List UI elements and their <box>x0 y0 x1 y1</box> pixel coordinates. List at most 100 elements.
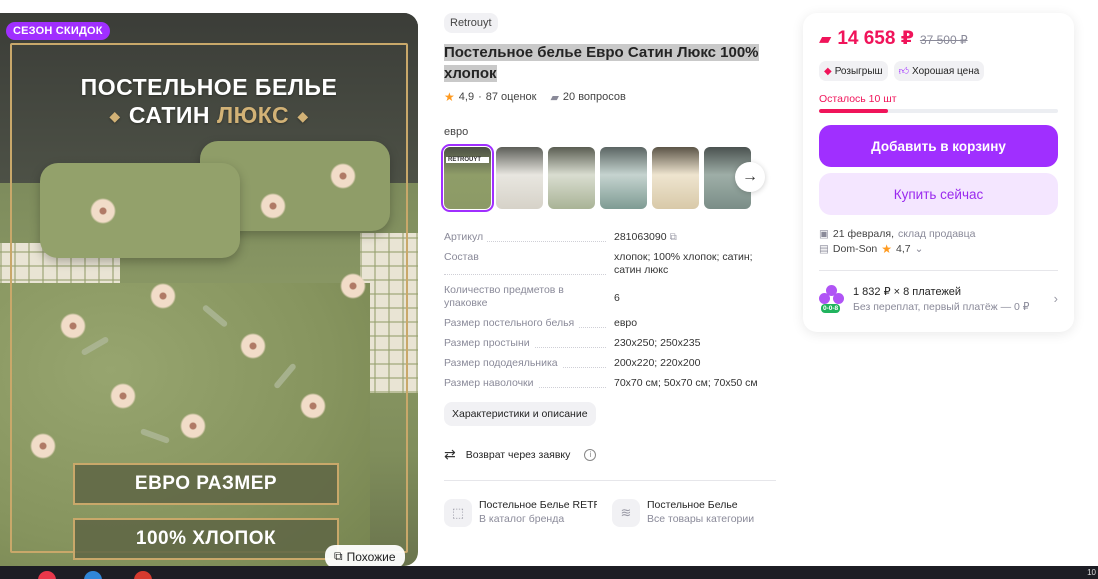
copy-icon[interactable]: ⧉ <box>670 232 677 243</box>
flower-print <box>180 413 206 439</box>
current-price: 14 658 ₽ <box>837 28 914 49</box>
app-icon[interactable] <box>134 571 152 579</box>
promo-euro-size: ЕВРО РАЗМЕР <box>73 463 339 505</box>
app-icon[interactable] <box>38 571 56 579</box>
spec-row: Артикул 281063090 ⧉ <box>444 231 784 244</box>
variant-thumb[interactable] <box>652 147 699 209</box>
reviews-link[interactable]: 87 оценок <box>486 91 537 103</box>
installment-offer[interactable]: 0-0-8 1 832 ₽ × 8 платежей Без переплат,… <box>819 285 1058 313</box>
layers-icon: ≋ <box>612 499 640 527</box>
spec-row: Состав хлопок; 100% хлопок; сатин; сатин… <box>444 251 784 277</box>
spec-key: Размер простыни <box>444 337 534 349</box>
raffle-chip[interactable]: ◆ Розыгрыш <box>819 61 888 81</box>
similar-label: Похожие <box>346 549 396 564</box>
shop-icon: ▤ <box>819 243 829 255</box>
rating-sep: · <box>478 91 482 103</box>
headline-line1: ПОСТЕЛЬНОЕ БЕЛЬЕ <box>80 74 338 100</box>
divider <box>444 480 776 481</box>
stock-left: Осталось 10 шт <box>819 93 897 105</box>
price-row: ▰ 14 658 ₽ 37 500 ₽ <box>819 27 1058 50</box>
spec-value: 6 <box>614 292 620 304</box>
installment-subtitle: Без переплат, первый платёж — 0 ₽ <box>853 301 1030 313</box>
flower-print <box>330 163 356 189</box>
question-icon: ▰ <box>550 91 559 104</box>
variant-thumb[interactable]: RETROUYT <box>441 144 494 212</box>
app-icon[interactable] <box>84 571 102 579</box>
info-icon[interactable]: i <box>584 448 597 461</box>
diamond-icon: ◆ <box>824 65 832 77</box>
chevron-right-icon: › <box>1053 291 1058 306</box>
brand-catalog-link[interactable]: ⬚ Постельное Белье RETROUYT В каталог бр… <box>444 499 598 527</box>
thumbs-next-button[interactable]: → <box>735 162 765 192</box>
raffle-label: Розыгрыш <box>834 65 883 77</box>
good-price-label: Хорошая цена <box>912 65 980 77</box>
buy-now-button[interactable]: Купить сейчас <box>819 173 1058 215</box>
link-title: Постельное Белье RETROUYT <box>479 499 597 511</box>
flower-print <box>300 393 326 419</box>
tag-icon: ⬚ <box>444 499 472 527</box>
headline-word2: ЛЮКС <box>216 102 290 128</box>
variant-thumb[interactable] <box>548 147 595 209</box>
badges: ◆ Розыгрыш 👍︎ Хорошая цена <box>819 61 1058 81</box>
spec-row: Размер пододеяльника 200x220; 220x200 <box>444 357 784 370</box>
sale-badge: СЕЗОН СКИДОК <box>6 22 110 40</box>
spec-key: Размер наволочки <box>444 377 538 389</box>
flower-print <box>60 313 86 339</box>
spec-row: Размер наволочки 70x70 см; 50x70 см; 70x… <box>444 377 784 390</box>
old-price: 37 500 ₽ <box>919 33 968 47</box>
taskbar: 10 <box>0 566 1098 579</box>
questions-link[interactable]: 20 вопросов <box>563 91 626 103</box>
flower-print <box>150 283 176 309</box>
variant-thumb[interactable] <box>496 147 543 209</box>
flower-print <box>110 383 136 409</box>
seller-name[interactable]: Dom-Son <box>833 242 877 257</box>
product-main-image[interactable]: ПОСТЕЛЬНОЕ БЕЛЬЕ ◆ САТИН ЛЮКС ◆ ЕВРО РАЗ… <box>0 13 418 566</box>
category-link[interactable]: ≋ Постельное Белье Все товары категории <box>612 499 766 527</box>
thumbs-up-icon: 👍︎ <box>898 66 910 77</box>
add-to-cart-button[interactable]: Добавить в корзину <box>819 125 1058 167</box>
rating-value[interactable]: 4,9 <box>459 91 474 103</box>
spec-value: евро <box>614 317 638 329</box>
good-price-chip[interactable]: 👍︎ Хорошая цена <box>893 61 985 81</box>
product-title: Постельное белье Евро Сатин Люкс 100% хл… <box>444 42 784 84</box>
spec-value: 281063090 <box>614 231 667 243</box>
spec-value: 70x70 см; 50x70 см; 70x50 см <box>614 377 758 389</box>
return-label: Возврат через заявку <box>465 448 571 461</box>
spec-list: Артикул 281063090 ⧉ Состав хлопок; 100% х… <box>444 231 784 390</box>
rating-row: ★ 4,9 · 87 оценок ▰ 20 вопросов <box>444 90 784 104</box>
variant-thumbnails: RETROUYT → <box>441 144 784 212</box>
delivery-where: склад продавца <box>897 228 976 240</box>
photo-headline: ПОСТЕЛЬНОЕ БЕЛЬЕ ◆ САТИН ЛЮКС ◆ <box>0 73 418 129</box>
headline-word1: САТИН <box>128 102 211 128</box>
spec-key: Размер постельного белья <box>444 317 579 329</box>
star-icon: ★ <box>881 242 893 256</box>
seller-rating: 4,7 <box>896 243 911 255</box>
wallet-icon: ▰ <box>819 31 832 48</box>
spec-value: хлопок; 100% хлопок; сатин; сатин люкс <box>614 251 753 276</box>
chevron-down-icon[interactable]: ⌄ <box>915 242 924 257</box>
characteristics-button[interactable]: Характеристики и описание <box>444 402 596 426</box>
similar-icon: ⧉ <box>334 549 343 563</box>
variant-thumb[interactable] <box>600 147 647 209</box>
flower-print <box>90 198 116 224</box>
delivery-info: ▣ 21 февраля, склад продавца ▤ Dom-Son ★… <box>819 227 1058 257</box>
box-icon: ▣ <box>819 228 829 240</box>
installment-tag: 0-0-8 <box>821 304 841 313</box>
spec-key: Артикул <box>444 231 488 243</box>
product-info: Retrouyt Постельное белье Евро Сатин Люк… <box>441 13 784 527</box>
variant-label: евро <box>444 126 469 138</box>
flower-print <box>240 333 266 359</box>
flower-print <box>260 193 286 219</box>
spec-value: 200x220; 220x200 <box>614 357 701 369</box>
brand-chip[interactable]: Retrouyt <box>444 13 498 33</box>
return-row[interactable]: ⇄ Возврат через заявку i <box>444 446 784 463</box>
arrow-right-icon: → <box>742 168 758 185</box>
stock-bar-fill <box>819 109 889 113</box>
return-arrows-icon: ⇄ <box>444 446 456 462</box>
flower-print <box>340 273 366 299</box>
stock-bar <box>819 109 1058 113</box>
star-icon: ★ <box>444 90 455 104</box>
seller-row[interactable]: ▤ Dom-Son ★ 4,7 ⌄ <box>819 242 1058 257</box>
delivery-date: 21 февраля, <box>832 228 894 240</box>
similar-button[interactable]: ⧉ Похожие <box>325 545 405 568</box>
